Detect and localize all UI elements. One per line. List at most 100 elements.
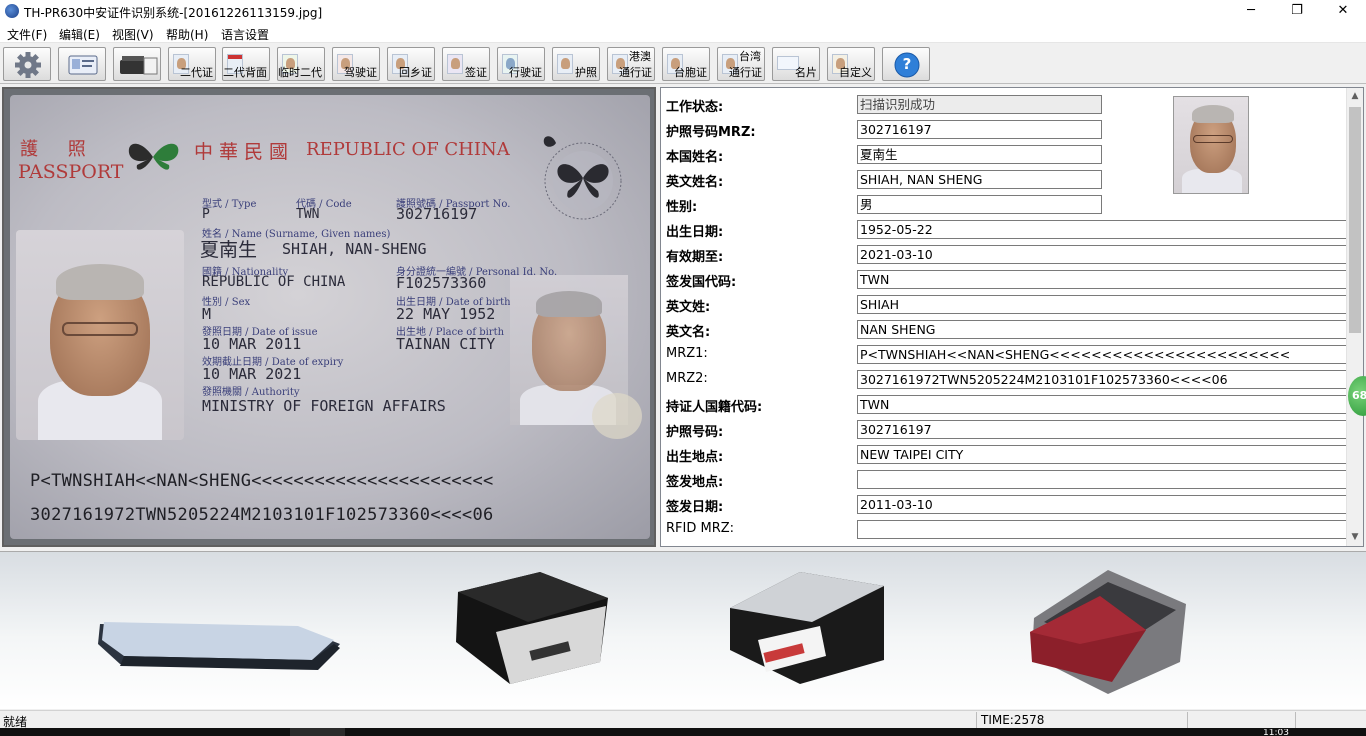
result-field[interactable]: SHIAH (857, 295, 1347, 314)
toolbar-btn-label: 自定义 (839, 66, 872, 79)
toolbar-btn-label: 签证 (465, 66, 487, 79)
toolbar-btn-label: 台胞证 (674, 66, 707, 79)
pp-mrz-line-2: 3027161972TWN5205224M2103101F102573360<<… (30, 505, 494, 525)
result-label: 英文姓名: (666, 175, 724, 190)
result-label: 英文名: (666, 325, 711, 340)
toolbar-btn-label: 回乡证 (399, 66, 432, 79)
minimize-button[interactable]: ─ (1228, 0, 1274, 23)
passport-holder-photo (16, 230, 184, 440)
result-field[interactable] (857, 470, 1347, 489)
toolbar-btn-taiwan-permit[interactable]: 台湾 通行证 (717, 47, 765, 81)
scroll-thumb[interactable] (1349, 107, 1361, 333)
result-label: 性别: (666, 200, 698, 215)
result-field[interactable]: NEW TAIPEI CITY (857, 445, 1347, 464)
scroll-down-icon[interactable]: ▼ (1347, 529, 1363, 546)
result-label: 英文姓: (666, 300, 711, 315)
toolbar-btn-label: 二代背面 (223, 66, 267, 79)
flatbed-scanner-icon (98, 622, 340, 670)
result-field[interactable]: 男 (857, 195, 1102, 214)
title-bar: TH-PR630中安证件识别系统-[20161226113159.jpg] ─ … (0, 0, 1366, 23)
toolbar-btn-id-card[interactable]: 二代证 (168, 47, 216, 81)
close-button[interactable]: ✕ (1320, 0, 1366, 23)
result-field[interactable]: TWN (857, 270, 1347, 289)
result-field[interactable]: TWN (857, 395, 1347, 414)
toolbar: 二代证 二代背面 临时二代 驾驶证 回乡证 签证 行驶证 护照 港澳 通行证 台… (0, 44, 1366, 84)
pp-authority-label: 發照機關 / Authority (202, 387, 300, 398)
toolbar-btn-taiwan-compatriot[interactable]: 台胞证 (662, 47, 710, 81)
pp-type-value: P (202, 207, 210, 222)
toolbar-btn-visa[interactable]: 签证 (442, 47, 490, 81)
result-field[interactable] (857, 520, 1347, 539)
pp-sex-value: M (202, 305, 212, 323)
restore-button[interactable]: ❐ (1274, 0, 1320, 23)
menu-help[interactable]: 帮助(H) (166, 26, 208, 43)
toolbar-btn-driver-license[interactable]: 驾驶证 (332, 47, 380, 81)
scroll-up-icon[interactable]: ▲ (1347, 88, 1363, 105)
menu-file[interactable]: 文件(F) (7, 26, 47, 43)
result-field[interactable]: 2011-03-10 (857, 495, 1347, 514)
pp-header-en: PASSPORT (18, 161, 124, 183)
result-field[interactable]: SHIAH, NAN SHENG (857, 170, 1102, 189)
result-label: MRZ2: (666, 371, 708, 386)
result-field[interactable]: 2021-03-10 (857, 245, 1347, 264)
window-title: TH-PR630中安证件识别系统-[20161226113159.jpg] (24, 6, 323, 20)
toolbar-btn-label: 驾驶证 (344, 66, 377, 79)
menu-edit[interactable]: 编辑(E) (59, 26, 100, 43)
gear-icon (15, 52, 41, 78)
toolbar-btn-passport[interactable]: 护照 (552, 47, 600, 81)
toolbar-btn-top-label: 台湾 (739, 50, 761, 63)
menu-view[interactable]: 视图(V) (112, 26, 154, 43)
result-field[interactable]: 1952-05-22 (857, 220, 1347, 239)
settings-button[interactable] (3, 47, 51, 81)
result-field[interactable]: 夏南生 (857, 145, 1102, 164)
result-field[interactable]: 3027161972TWN5205224M2103101F102573360<<… (857, 370, 1347, 389)
status-time: TIME:2578 (981, 713, 1045, 727)
pp-country-en: REPUBLIC OF CHINA (306, 139, 510, 160)
toolbar-btn-top-label: 港澳 (629, 50, 651, 63)
result-label: MRZ1: (666, 346, 708, 361)
result-label: 签发日期: (666, 500, 724, 515)
menu-language[interactable]: 语言设置 (221, 26, 269, 43)
toolbar-btn-temp-id[interactable]: 临时二代 (277, 47, 325, 81)
id-photo (1173, 96, 1249, 194)
help-button[interactable]: ? (882, 47, 930, 81)
result-label: 出生地点: (666, 450, 724, 465)
result-label: 签发国代码: (666, 275, 737, 290)
pp-country-cn: 中華民國 (194, 141, 295, 163)
scan-card-icon (68, 55, 98, 75)
passport-reader-icon (1030, 570, 1186, 694)
pp-nationality-value: REPUBLIC OF CHINA (202, 274, 346, 290)
toolbar-btn-vehicle-license[interactable]: 行驶证 (497, 47, 545, 81)
result-field[interactable]: 302716197 (857, 120, 1102, 139)
status-separator (1187, 712, 1188, 728)
device-banner (0, 551, 1366, 709)
toolbar-btn-id-card-back[interactable]: 二代背面 (222, 47, 270, 81)
toolbar-btn-home-return[interactable]: 回乡证 (387, 47, 435, 81)
pp-dob-value: 22 MAY 1952 (396, 305, 496, 323)
scan-card-button[interactable] (58, 47, 106, 81)
document-reader-icon (730, 572, 884, 684)
results-pane: 工作状态: 扫描识别成功 护照号码MRZ: 302716197 本国姓名: 夏南生 英文姓名… (660, 87, 1364, 547)
passport-scan: 護 照 PASSPORT 中華民國 REPUBLIC OF CHINA 型式 /… (10, 95, 650, 539)
status-bar: 就绪 TIME:2578 (0, 710, 1366, 729)
toolbar-btn-business-card[interactable]: 名片 (772, 47, 820, 81)
status-field[interactable]: 扫描识别成功 (857, 95, 1102, 114)
taskbar-active-app[interactable] (290, 728, 345, 736)
toolbar-btn-custom[interactable]: 自定义 (827, 47, 875, 81)
toolbar-btn-hk-macau[interactable]: 港澳 通行证 (607, 47, 655, 81)
pp-header-cn: 護 照 (20, 139, 98, 160)
pp-name-cn: 夏南生 (200, 239, 258, 261)
device-illustrations (98, 570, 1186, 694)
toolbar-btn-label: 二代证 (180, 66, 213, 79)
scanner-button[interactable] (113, 47, 161, 81)
toolbar-btn-label: 护照 (575, 66, 597, 79)
results-scrollbar[interactable]: ▲ ▼ (1346, 88, 1363, 546)
result-field[interactable]: NAN SHENG (857, 320, 1347, 339)
menu-bar: 文件(F) 编辑(E) 视图(V) 帮助(H) 语言设置 (0, 23, 1366, 43)
pp-name-en: SHIAH, NAN-SHENG (282, 240, 427, 258)
result-field[interactable]: P<TWNSHIAH<<NAN<SHENG<<<<<<<<<<<<<<<<<<<… (857, 345, 1347, 364)
result-label: 签发地点: (666, 475, 724, 490)
result-label: 持证人国籍代码: (666, 400, 763, 415)
pp-code-value: TWN (296, 207, 320, 222)
result-field[interactable]: 302716197 (857, 420, 1347, 439)
